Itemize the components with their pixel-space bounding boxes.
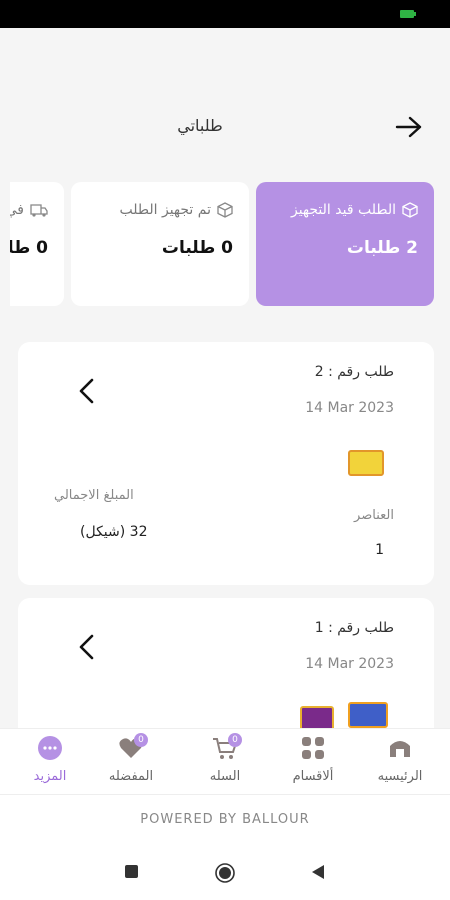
cart-badge: 0	[228, 733, 242, 747]
system-navigation-bar	[0, 846, 450, 900]
order-number: طلب رقم : 2	[314, 364, 394, 380]
heart-icon: 0	[118, 733, 148, 761]
battery-icon	[400, 10, 416, 18]
recents-icon[interactable]	[124, 864, 140, 880]
order-number: طلب رقم : 1	[314, 620, 394, 636]
nav-label: السله	[209, 769, 241, 784]
chevron-left-icon[interactable]	[74, 376, 98, 406]
favorites-badge: 0	[134, 733, 148, 747]
bottom-navigation: الرئيسيه ألاقسام 0 السله 0 المفضله المزي…	[0, 728, 450, 794]
home-circle-icon[interactable]	[215, 863, 235, 883]
box-icon	[217, 202, 233, 218]
status-card-count: 0 طلبات	[161, 238, 233, 258]
truck-icon	[30, 204, 48, 217]
order-date: 14 Mar 2023	[305, 400, 394, 416]
product-thumbnail	[348, 450, 384, 476]
items-label: العناصر	[354, 508, 394, 523]
nav-cart[interactable]: 0 السله	[180, 733, 270, 793]
status-card-processing[interactable]: الطلب قيد التجهيز 2 طلبات	[256, 182, 434, 306]
nav-label: الرئيسيه	[377, 769, 423, 784]
status-card-label: في	[10, 202, 24, 218]
nav-favorites[interactable]: 0 المفضله	[86, 733, 176, 793]
order-date: 14 Mar 2023	[305, 656, 394, 672]
status-card-ready[interactable]: تم تجهيز الطلب 0 طلبات	[71, 182, 249, 306]
status-card-label: الطلب قيد التجهيز	[290, 202, 396, 218]
arrow-right-icon	[395, 116, 422, 138]
nav-more[interactable]: المزيد	[5, 735, 95, 793]
total-value: 32 (شيكل)	[80, 524, 148, 540]
grid-icon	[300, 735, 326, 761]
home-icon	[387, 735, 413, 761]
status-bar	[0, 0, 450, 28]
nav-label: ألاقسام	[292, 769, 334, 784]
page-title: طلباتي	[177, 116, 223, 135]
nav-label: المزيد	[33, 769, 67, 784]
status-card-delivery[interactable]: في 0 طلبا	[10, 182, 64, 306]
box-icon	[402, 202, 418, 218]
back-triangle-icon[interactable]	[310, 864, 326, 880]
powered-by-footer: POWERED BY BALLOUR	[0, 794, 450, 846]
status-card-label: تم تجهيز الطلب	[119, 202, 211, 218]
back-button[interactable]	[392, 110, 426, 144]
order-status-strip[interactable]: الطلب قيد التجهيز 2 طلبات تم تجهيز الطلب…	[10, 180, 440, 310]
total-label: المبلغ الاجمالي	[54, 488, 134, 503]
product-thumbnail	[348, 702, 388, 728]
status-card-count: 2 طلبات	[346, 238, 418, 258]
items-count: 1	[375, 542, 384, 558]
chevron-left-icon[interactable]	[74, 632, 98, 662]
nav-categories[interactable]: ألاقسام	[268, 735, 358, 793]
nav-home[interactable]: الرئيسيه	[355, 735, 445, 793]
header	[0, 28, 450, 178]
cart-icon: 0	[212, 733, 242, 761]
status-card-count: 0 طلبا	[10, 238, 48, 258]
nav-label: المفضله	[108, 769, 154, 784]
more-icon	[37, 735, 63, 761]
order-card[interactable]: طلب رقم : 2 14 Mar 2023 العناصر 1 المبلغ…	[18, 342, 434, 585]
